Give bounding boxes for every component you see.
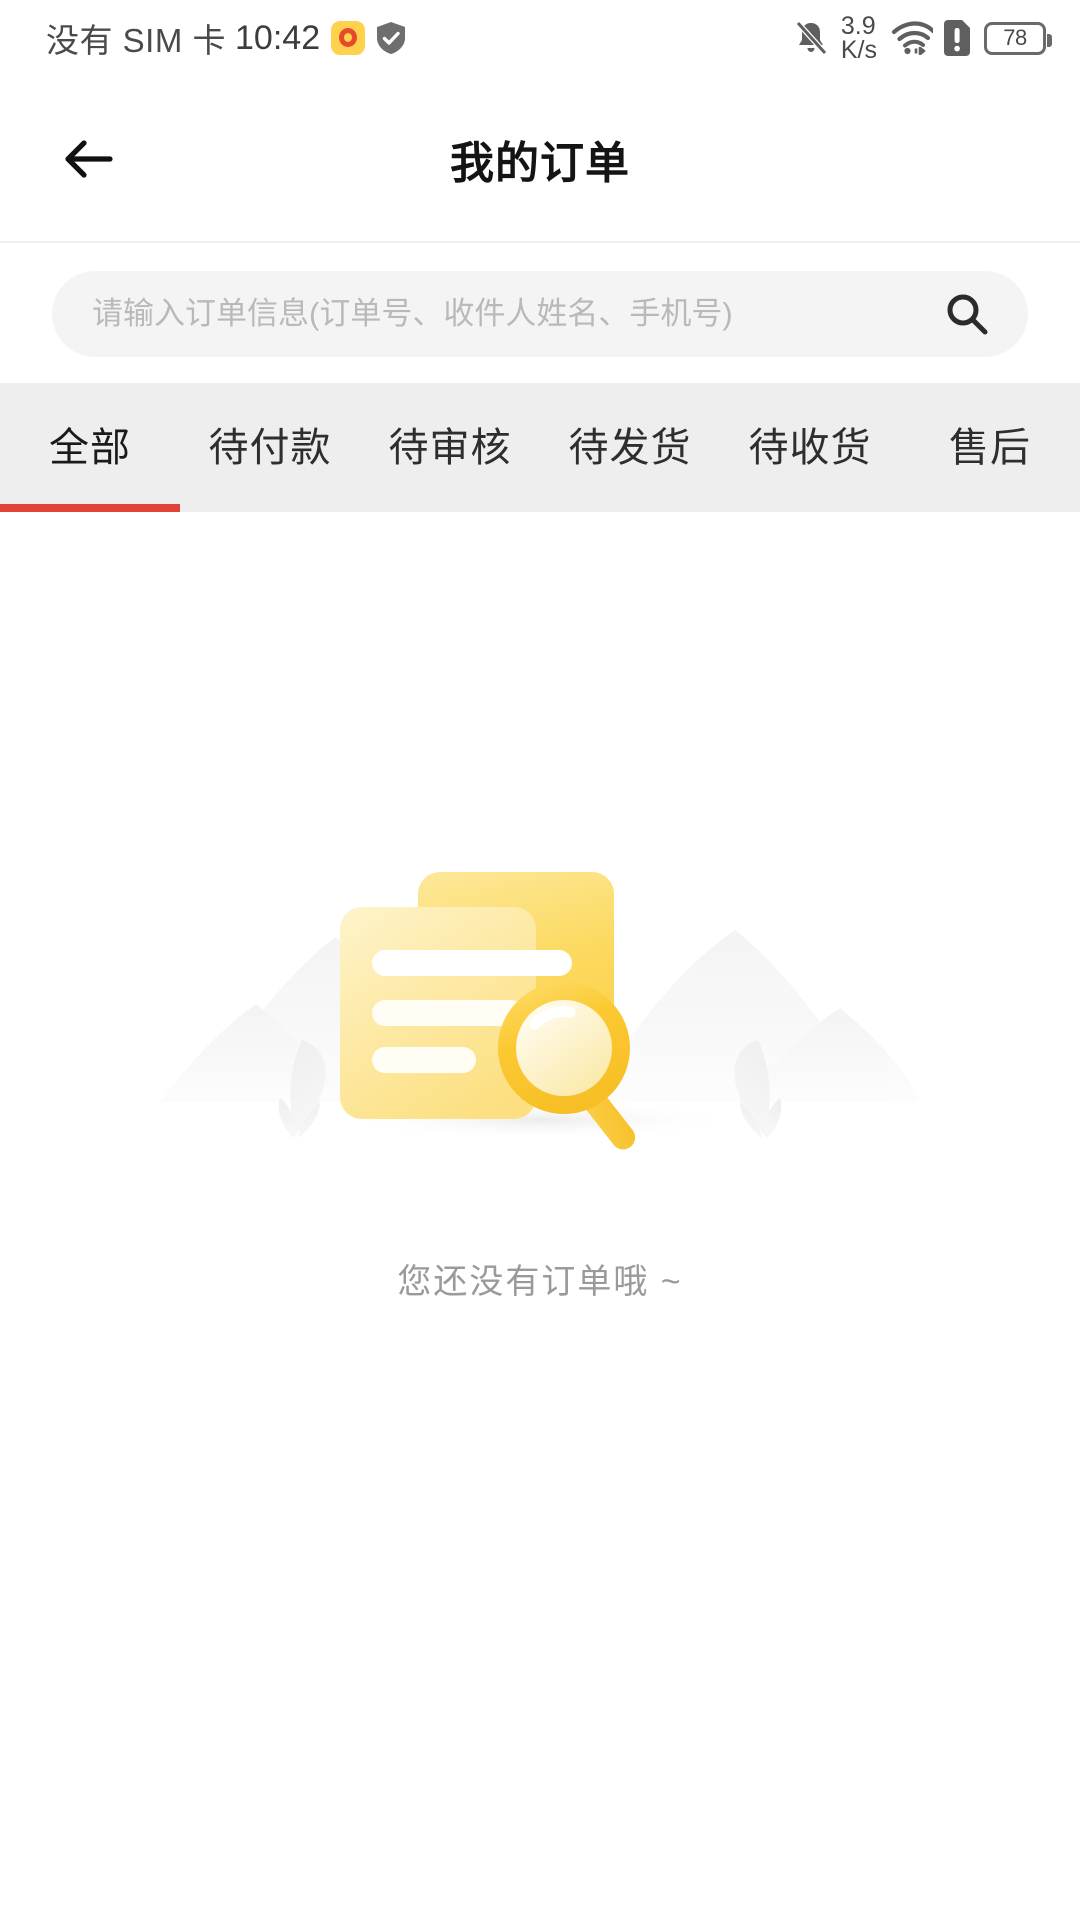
search-icon bbox=[943, 290, 991, 338]
tab-label: 待审核 bbox=[388, 425, 512, 470]
empty-state-message: 您还没有订单哦 ~ bbox=[397, 1263, 683, 1301]
tab-label: 待付款 bbox=[208, 425, 332, 470]
order-list-content: 您还没有订单哦 ~ bbox=[0, 512, 1080, 1920]
empty-state-illustration bbox=[160, 852, 920, 1182]
tab-pending-receipt[interactable]: 待收货 bbox=[720, 383, 900, 512]
page-title: 我的订单 bbox=[450, 138, 630, 188]
tab-label: 全部 bbox=[49, 425, 131, 470]
bell-muted-icon bbox=[793, 19, 829, 57]
status-bar-right: 3.9 K/s 78 bbox=[793, 11, 1052, 64]
empty-state: 您还没有订单哦 ~ bbox=[0, 852, 1080, 1303]
shield-icon bbox=[375, 21, 407, 55]
search-section bbox=[0, 245, 1080, 383]
battery-icon: 78 bbox=[984, 21, 1052, 55]
network-speed-indicator: 3.9 K/s bbox=[840, 11, 877, 64]
search-button[interactable] bbox=[936, 283, 998, 345]
tab-pending-shipment[interactable]: 待发货 bbox=[540, 383, 720, 512]
tab-active-indicator bbox=[0, 504, 180, 512]
tab-label: 待收货 bbox=[748, 425, 872, 470]
nav-bar: 我的订单 bbox=[0, 76, 1080, 243]
order-status-tabs: 全部 待付款 待审核 待发货 待收货 售后 bbox=[0, 383, 1080, 512]
network-speed-unit: K/s bbox=[840, 36, 877, 64]
search-bar[interactable] bbox=[52, 271, 1028, 357]
tab-label: 待发货 bbox=[568, 425, 692, 470]
tab-all[interactable]: 全部 bbox=[0, 383, 180, 512]
wifi-icon bbox=[891, 21, 936, 56]
tab-pending-payment[interactable]: 待付款 bbox=[180, 383, 360, 512]
search-input[interactable] bbox=[92, 296, 936, 332]
battery-level-label: 78 bbox=[1003, 25, 1027, 50]
status-bar-left: 没有 SIM 卡 10:42 bbox=[46, 14, 407, 62]
sim-alert-icon bbox=[944, 20, 970, 56]
status-bar: 没有 SIM 卡 10:42 3.9 K/s 78 bbox=[0, 0, 1080, 76]
weibo-icon bbox=[331, 21, 366, 55]
tab-label: 售后 bbox=[949, 425, 1031, 470]
clock-label: 10:42 bbox=[235, 18, 321, 57]
tab-pending-review[interactable]: 待审核 bbox=[360, 383, 540, 512]
carrier-label: 没有 SIM 卡 bbox=[46, 22, 227, 59]
tab-after-sales[interactable]: 售后 bbox=[900, 383, 1080, 512]
network-speed-value: 3.9 bbox=[840, 11, 876, 40]
